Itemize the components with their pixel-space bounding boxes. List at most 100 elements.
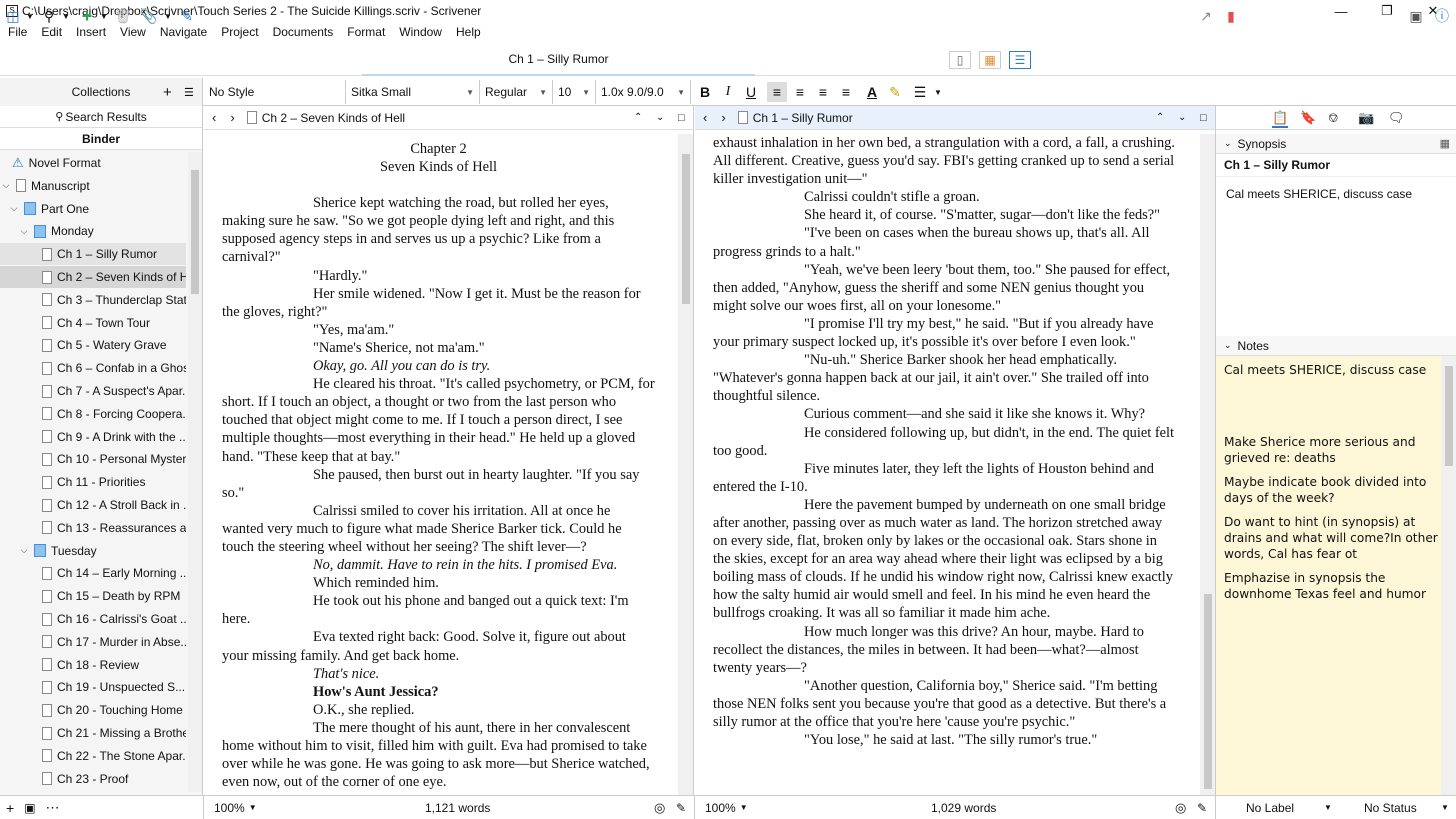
split-icon[interactable]: □ [678,112,685,124]
chevron-down-icon[interactable]: ▼ [60,7,72,25]
binder-item[interactable]: Ch 19 - Unspuected S... [0,676,186,698]
bookmark-icon[interactable]: ▮ [1222,7,1240,25]
menu-help[interactable]: Help [456,25,481,39]
size-select[interactable]: 10 ▼ [554,80,596,104]
paperclip-icon[interactable]: 📎 [140,7,158,25]
editor-text[interactable]: Chapter 2 Seven Kinds of Hell Sherice ke… [204,134,677,795]
synopsis-title[interactable]: Ch 1 – Silly Rumor [1216,154,1456,177]
binder-item[interactable]: ⌵ Monday [0,220,186,242]
disclosure-icon[interactable]: ⌵ [18,545,30,556]
binder-item[interactable]: Ch 18 - Review [0,654,186,676]
comments-tab-icon[interactable]: 🗨 [1388,110,1405,126]
align-center-icon[interactable]: ≡ [790,82,810,102]
share-icon[interactable]: ↗ [1196,7,1216,25]
binder-item[interactable]: ⌵ Part One [0,198,186,220]
underline-icon[interactable]: U [741,82,761,102]
snapshot-tab-icon[interactable]: 📷 [1358,110,1374,126]
notes-header[interactable]: ⌄ Notes [1216,336,1456,356]
edit-icon[interactable]: ✎ [178,7,196,25]
chevron-up-icon[interactable]: ⌃ [634,112,642,123]
menu-navigate[interactable]: Navigate [160,25,207,39]
zoom-value[interactable]: 100% [705,801,736,815]
inspector-info-icon[interactable]: ⓘ [1432,7,1452,25]
chevron-down-icon[interactable]: ⌄ [1178,112,1186,123]
chevron-up-icon[interactable]: ⌃ [1156,112,1164,123]
binder-item[interactable]: Ch 17 - Murder in Abse... [0,631,186,653]
chevron-down-icon[interactable]: ▼ [740,803,748,812]
edit-icon[interactable]: ✎ [1197,801,1207,815]
scroll-thumb[interactable] [1204,594,1212,789]
forward-icon[interactable]: › [230,110,234,125]
scroll-thumb[interactable] [191,170,199,294]
binder-item[interactable]: ⚠ Novel Format [0,152,186,174]
editor-text[interactable]: exhaust inhalation in her own bed, a str… [695,128,1199,795]
trash-icon[interactable]: 🗑 [114,7,132,25]
bookmark-tab-icon[interactable]: 🔖 [1300,110,1316,126]
chevron-down-icon[interactable]: ▼ [98,7,110,25]
synopsis-header[interactable]: ⌄ Synopsis ▦ [1216,134,1456,154]
chevron-down-icon[interactable]: ▼ [162,7,174,25]
align-left-icon[interactable]: ≡ [767,82,787,102]
chevron-down-icon[interactable]: ▼ [1441,803,1449,812]
status-select[interactable]: No Status [1364,801,1417,815]
menu-project[interactable]: Project [221,25,258,39]
menu-insert[interactable]: Insert [76,25,106,39]
binder-item[interactable]: ⌵ Tuesday [0,540,186,562]
maximize-button[interactable]: ❐ [1364,0,1410,22]
binder-item[interactable]: Ch 3 – Thunderclap Stat... [0,289,186,311]
binder-item[interactable]: Ch 16 - Calrissi's Goat ... [0,608,186,630]
binder-item[interactable]: Ch 14 – Early Morning ... [0,562,186,584]
edit-icon[interactable]: ✎ [676,801,686,815]
back-icon[interactable]: ‹ [212,110,216,125]
binder-item[interactable]: Ch 15 – Death by RPM [0,585,186,607]
binder-item[interactable]: Ch 9 - A Drink with the ... [0,426,186,448]
menu-file[interactable]: File [8,25,27,39]
menu-documents[interactable]: Documents [273,25,334,39]
binder-item[interactable]: Ch 8 - Forcing Coopera... [0,403,186,425]
binder-item[interactable]: Ch 2 – Seven Kinds of H... [0,266,186,288]
bold-icon[interactable]: B [695,82,715,102]
style-select[interactable]: No Style [205,80,346,104]
more-icon[interactable]: ⋯ [46,799,60,816]
add-collection-icon[interactable]: + [163,84,172,101]
synopsis-text[interactable]: Cal meets SHERICE, discuss case [1216,177,1456,211]
chevron-down-icon[interactable]: ▼ [1324,803,1332,812]
italic-icon[interactable]: I [718,82,738,102]
disclosure-icon[interactable]: ⌵ [18,226,30,237]
binder-item[interactable]: Ch 5 - Watery Grave [0,334,186,356]
weight-select[interactable]: Regular ▼ [481,80,553,104]
search-results-tab[interactable]: ⚲ Search Results [0,106,202,128]
chevron-down-icon[interactable]: ▼ [928,82,948,102]
chevron-down-icon[interactable]: ▼ [249,803,257,812]
binder-item[interactable]: Ch 23 - Proof [0,768,186,790]
notes-area[interactable]: Cal meets SHERICE, discuss case Make She… [1216,356,1456,795]
binder-toggle-icon[interactable]: ◫ [4,7,22,25]
scroll-thumb[interactable] [1445,366,1453,466]
search-icon[interactable]: ⚲ [40,7,58,25]
binder-item[interactable]: Ch 22 - The Stone Apar... [0,745,186,767]
binder-item[interactable]: Ch 13 - Reassurances a... [0,517,186,539]
scroll-thumb[interactable] [682,154,690,304]
list-icon[interactable]: ☰ [910,82,930,102]
menu-icon[interactable]: ☰ [184,86,194,99]
font-select[interactable]: Sitka Small ▼ [347,80,480,104]
binder-item[interactable]: Ch 6 – Confab in a Ghos... [0,357,186,379]
menu-view[interactable]: View [120,25,146,39]
binder-tab[interactable]: Binder [0,128,202,150]
split-icon[interactable]: □ [1200,112,1207,124]
binder-item[interactable]: Ch 21 - Missing a Brother [0,722,186,744]
notes-scrollbar[interactable] [1441,356,1456,795]
back-icon[interactable]: ‹ [703,110,707,125]
binder-item[interactable]: Ch 12 - A Stroll Back in ... [0,494,186,516]
outline-view-icon[interactable]: ☰ [1009,51,1031,69]
binder-scrollbar[interactable] [188,152,202,792]
add-icon[interactable]: + [78,6,96,26]
single-view-icon[interactable]: ▯ [949,51,971,69]
highlight-icon[interactable]: ✎ [885,82,905,102]
chevron-down-icon[interactable]: ⌄ [656,112,664,123]
compose-icon[interactable]: ▣ [1406,7,1426,25]
editor-scrollbar[interactable] [678,134,693,795]
editor-scrollbar[interactable] [1200,134,1215,795]
binder-item[interactable]: Ch 11 - Priorities [0,471,186,493]
minimize-button[interactable]: — [1318,0,1364,22]
